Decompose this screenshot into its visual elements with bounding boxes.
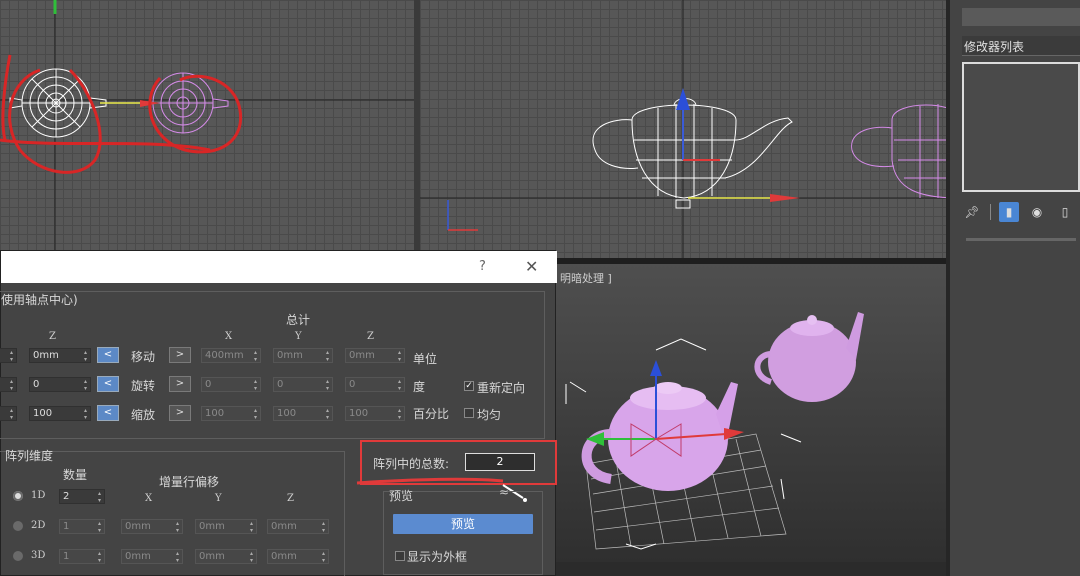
dialog-titlebar: ? ✕ bbox=[1, 251, 557, 283]
offset-3d-y[interactable]: 0mm bbox=[195, 549, 257, 564]
offset-2d-z[interactable]: 0mm bbox=[267, 519, 329, 534]
stack-toolbar: 📌︎ ▮ ◉ ▯ bbox=[962, 200, 1080, 224]
toolbar-separator bbox=[990, 204, 991, 220]
object-name-field[interactable] bbox=[962, 8, 1080, 26]
pin-icon[interactable]: 📌︎ bbox=[962, 202, 982, 222]
move-z-spinner[interactable]: 0mm bbox=[29, 348, 91, 363]
rotate-unit: 度 bbox=[413, 380, 426, 394]
scale-label: 缩放 bbox=[131, 408, 156, 422]
total-in-array-label: 阵列中的总数: bbox=[373, 457, 450, 471]
viewport-front-scene bbox=[420, 0, 946, 258]
rotate-total-x[interactable]: 0 bbox=[201, 377, 261, 392]
scale-unit: 百分比 bbox=[413, 407, 450, 421]
move-total-x[interactable]: 400mm bbox=[201, 348, 261, 363]
preview-button[interactable]: 预览 bbox=[393, 514, 533, 534]
viewport-top[interactable] bbox=[0, 0, 414, 250]
scale-z-spinner[interactable]: 100 bbox=[29, 406, 91, 421]
scale-incremental-arrow[interactable]: < bbox=[97, 405, 119, 421]
panel-divider bbox=[966, 238, 1076, 241]
radio-1d[interactable] bbox=[13, 491, 23, 501]
teapot-pink-front bbox=[851, 104, 946, 199]
move-total-y[interactable]: 0mm bbox=[273, 348, 333, 363]
count-header: 数量 bbox=[63, 468, 88, 482]
rotate-total-y[interactable]: 0 bbox=[273, 377, 333, 392]
offset-2d-y[interactable]: 0mm bbox=[195, 519, 257, 534]
display-as-box-checkbox[interactable] bbox=[395, 551, 405, 561]
close-button[interactable]: ✕ bbox=[525, 257, 538, 276]
cursor-icon: ≈ bbox=[499, 485, 510, 499]
radio-2d[interactable] bbox=[13, 521, 23, 531]
axis-header-x: X bbox=[225, 331, 233, 342]
rotate-z-spinner[interactable]: 0 bbox=[29, 377, 91, 392]
pivot-center-label: 使用轴点中心) bbox=[1, 293, 78, 307]
viewport-front[interactable] bbox=[420, 0, 946, 258]
rotate-total-arrow[interactable]: > bbox=[169, 376, 191, 392]
scale-y-spinner[interactable] bbox=[0, 406, 17, 421]
label-3d: 3D bbox=[31, 550, 46, 561]
scale-total-y[interactable]: 100 bbox=[273, 406, 333, 421]
command-panel: 修改器列表 📌︎ ▮ ◉ ▯ bbox=[946, 0, 1080, 576]
teapot-pink-perspective-back bbox=[754, 312, 864, 402]
show-end-result-icon[interactable]: ▮ bbox=[999, 202, 1019, 222]
display-as-box-label: 显示为外框 bbox=[407, 550, 468, 564]
scale-total-x[interactable]: 100 bbox=[201, 406, 261, 421]
modifier-stack[interactable] bbox=[962, 62, 1080, 192]
red-annotation-top bbox=[0, 54, 243, 174]
uniform-checkbox[interactable] bbox=[464, 408, 474, 418]
reorient-checkbox[interactable]: ✓ bbox=[464, 381, 474, 391]
scale-total-arrow[interactable]: > bbox=[169, 405, 191, 421]
count-2d-spinner[interactable]: 1 bbox=[59, 519, 105, 534]
offset-x-header: X bbox=[145, 493, 153, 504]
help-button[interactable]: ? bbox=[479, 259, 486, 274]
rotate-y-spinner[interactable] bbox=[0, 377, 17, 392]
scale-total-z[interactable]: 100 bbox=[345, 406, 405, 421]
axis-header-y: Y bbox=[295, 331, 302, 342]
rotate-label: 旋转 bbox=[131, 379, 156, 393]
move-incremental-arrow[interactable]: < bbox=[97, 347, 119, 363]
move-label: 移动 bbox=[131, 350, 156, 364]
modifier-list-dropdown[interactable]: 修改器列表 bbox=[962, 36, 1080, 56]
array-dimensions-title: 阵列维度 bbox=[5, 449, 54, 463]
viewport-perspective[interactable]: 明暗处理 ] bbox=[556, 264, 946, 562]
move-total-arrow[interactable]: > bbox=[169, 347, 191, 363]
label-2d: 2D bbox=[31, 520, 46, 531]
axis-header-z-left: Z bbox=[49, 331, 56, 342]
move-total-z[interactable]: 0mm bbox=[345, 348, 405, 363]
move-y-spinner[interactable] bbox=[0, 348, 17, 363]
teapot-white-front bbox=[592, 98, 793, 199]
radio-3d[interactable] bbox=[13, 551, 23, 561]
reorient-label: 重新定向 bbox=[477, 381, 526, 395]
offset-y-header: Y bbox=[215, 493, 222, 504]
offset-z-header: Z bbox=[287, 493, 294, 504]
remove-modifier-icon[interactable]: ▯ bbox=[1055, 202, 1075, 222]
make-unique-icon[interactable]: ◉ bbox=[1027, 202, 1047, 222]
array-dialog: ? ✕ 使用轴点中心) 总计 Z X Y Z 0mm < 移动 > 400mm … bbox=[0, 250, 557, 576]
move-unit: 单位 bbox=[413, 352, 438, 366]
rotate-total-z[interactable]: 0 bbox=[345, 377, 405, 392]
preview-group-title: 预览 bbox=[389, 489, 414, 503]
rotate-incremental-arrow[interactable]: < bbox=[97, 376, 119, 392]
viewport-perspective-scene bbox=[565, 312, 864, 550]
viewport-top-scene bbox=[0, 0, 414, 250]
axis-header-z: Z bbox=[367, 331, 374, 342]
count-1d-spinner[interactable]: 2 bbox=[59, 489, 105, 504]
total-in-array-field[interactable]: 2 bbox=[465, 453, 535, 471]
offset-3d-z[interactable]: 0mm bbox=[267, 549, 329, 564]
offset-2d-x[interactable]: 0mm bbox=[121, 519, 183, 534]
count-3d-spinner[interactable]: 1 bbox=[59, 549, 105, 564]
uniform-label: 均匀 bbox=[477, 408, 502, 422]
incremental-row-offset-header: 增量行偏移 bbox=[159, 475, 220, 489]
label-1d: 1D bbox=[31, 490, 46, 501]
offset-3d-x[interactable]: 0mm bbox=[121, 549, 183, 564]
totals-title: 总计 bbox=[286, 313, 311, 327]
teapot-pink-perspective-front bbox=[581, 382, 738, 491]
